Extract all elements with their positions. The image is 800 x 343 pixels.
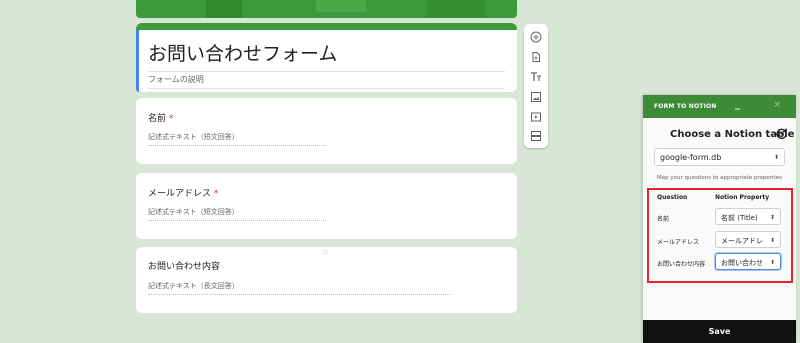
question-title: お問い合わせ内容 [148, 259, 220, 272]
column-header-question: Question [657, 194, 688, 201]
question-card-name[interactable]: 名前 * 記述式テキスト（短文回答） [136, 98, 517, 164]
property-select-value: メールアドレ [721, 237, 763, 245]
floating-toolbar [524, 24, 548, 148]
property-select[interactable]: お問い合わせ ⬍ [715, 253, 781, 270]
mapping-question: メールアドレス [657, 239, 700, 246]
add-question-icon[interactable] [530, 31, 542, 43]
add-section-icon[interactable] [530, 130, 542, 142]
required-asterisk: * [168, 114, 174, 124]
form-title[interactable]: お問い合わせフォーム [148, 39, 505, 72]
question-label: お問い合わせ内容 [148, 262, 221, 272]
column-header-property: Notion Property [715, 194, 770, 201]
panel-title: FORM TO NOTION [654, 103, 717, 110]
save-button[interactable]: Save [643, 320, 796, 343]
answer-placeholder: 記述式テキスト（短文回答） [148, 207, 326, 221]
mapping-instruction: Map your questions to appropriate proper… [657, 175, 782, 181]
database-select[interactable]: google-form.db ⬍ [654, 148, 785, 166]
property-select-value: 名前 (Title) [721, 214, 758, 222]
drag-handle[interactable]: ::: [322, 249, 328, 256]
add-video-icon[interactable] [530, 111, 542, 123]
import-questions-icon[interactable] [530, 51, 542, 63]
form-to-notion-panel: FORM TO NOTION _ ✕ Choose a Notion table… [643, 95, 796, 343]
property-select-value: お問い合わせ [721, 259, 763, 267]
mapping-question: お問い合わせ内容 [657, 261, 706, 268]
question-title: 名前 * [148, 111, 173, 124]
select-arrows-icon: ⬍ [769, 237, 775, 244]
question-card-email[interactable]: メールアドレス * 記述式テキスト（短文回答） [136, 173, 517, 239]
question-label: メールアドレス [148, 189, 212, 199]
panel-header: FORM TO NOTION _ ✕ [643, 95, 796, 118]
add-image-icon[interactable] [530, 91, 542, 103]
banner-shape [206, 0, 242, 18]
property-select[interactable]: メールアドレ ⬍ [715, 231, 781, 248]
answer-placeholder: 記述式テキスト（短文回答） [148, 132, 326, 146]
mapping-table: Question Notion Property 名前 名前 (Title) ⬍… [647, 188, 793, 283]
select-arrows-icon: ⬍ [769, 214, 775, 221]
form-description[interactable]: フォームの説明 [148, 74, 505, 89]
mapping-question: 名前 [657, 216, 670, 223]
database-select-value: google-form.db [660, 153, 722, 162]
banner-shape [316, 0, 366, 12]
add-title-icon[interactable] [530, 71, 542, 83]
answer-placeholder: 記述式テキスト（長文回答） [148, 281, 452, 295]
question-title: メールアドレス * [148, 186, 218, 199]
property-select[interactable]: 名前 (Title) ⬍ [715, 208, 781, 225]
minimize-button[interactable]: _ [735, 100, 745, 110]
select-arrows-icon: ⬍ [773, 154, 779, 161]
form-title-card[interactable]: お問い合わせフォーム フォームの説明 [136, 23, 517, 92]
banner-shape [426, 0, 486, 18]
refresh-icon[interactable] [775, 127, 788, 140]
required-asterisk: * [213, 189, 219, 199]
question-card-inquiry[interactable]: ::: お問い合わせ内容 記述式テキスト（長文回答） [136, 247, 517, 313]
active-card-indicator [136, 30, 139, 92]
question-label: 名前 [148, 114, 167, 124]
form-header-banner [136, 0, 517, 18]
close-button[interactable]: ✕ [773, 101, 781, 111]
select-arrows-icon: ⬍ [769, 259, 775, 266]
